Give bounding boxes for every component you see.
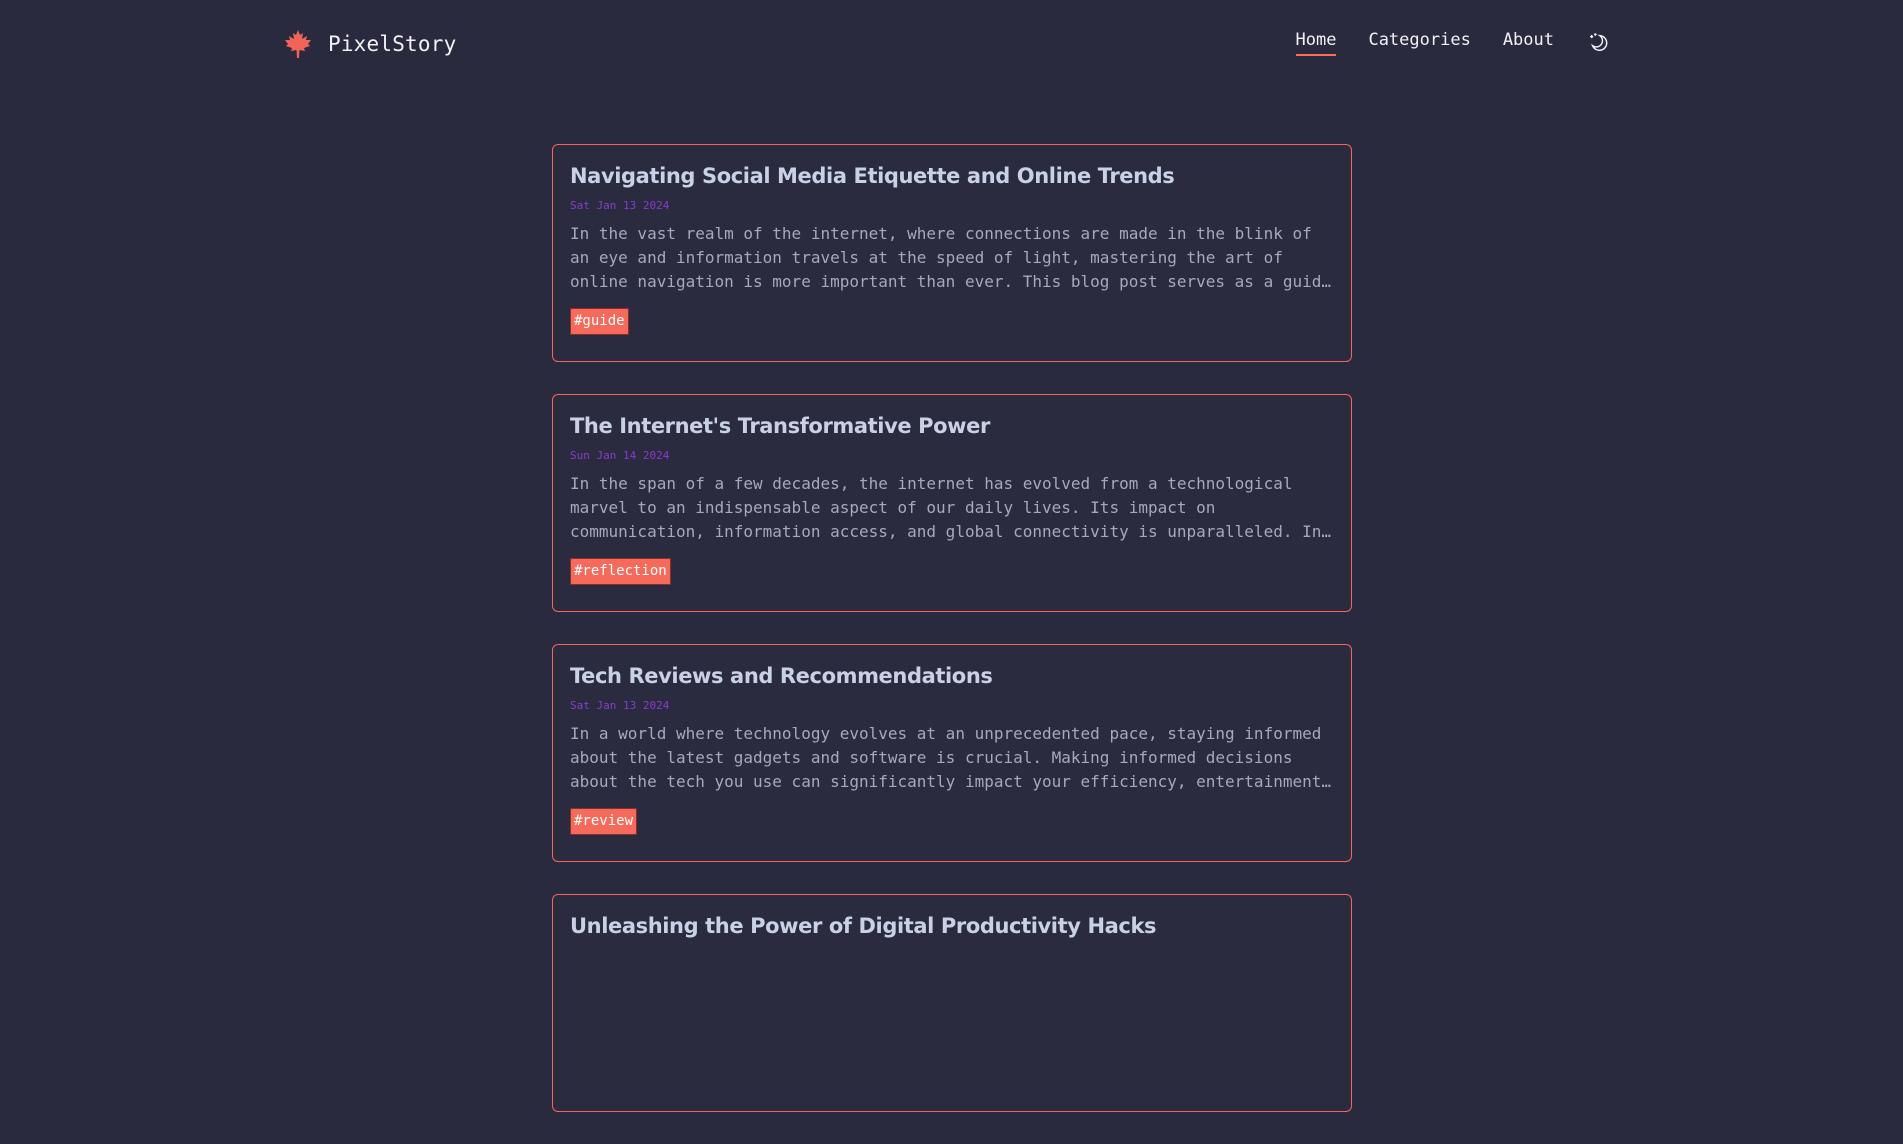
post-tag[interactable]: #reflection xyxy=(570,558,671,585)
post-tag[interactable]: #review xyxy=(570,808,638,835)
site-brand[interactable]: PixelStory xyxy=(282,26,456,62)
post-card[interactable]: Navigating Social Media Etiquette and On… xyxy=(552,144,1352,362)
theme-toggle-icon[interactable] xyxy=(1588,32,1610,54)
post-list: Navigating Social Media Etiquette and On… xyxy=(552,144,1352,1144)
post-title[interactable]: Unleashing the Power of Digital Producti… xyxy=(570,911,1334,941)
site-header: PixelStory Home Categories About xyxy=(0,0,1903,90)
post-date: Sat Jan 13 2024 xyxy=(570,199,670,212)
main-nav: Home Categories About xyxy=(1295,30,1611,56)
post-card[interactable]: Tech Reviews and Recommendations Sat Jan… xyxy=(552,644,1352,862)
nav-item-about[interactable]: About xyxy=(1503,30,1554,56)
post-excerpt: In the vast realm of the internet, where… xyxy=(570,224,1331,291)
post-date: Sun Jan 14 2024 xyxy=(570,449,670,462)
post-card[interactable]: Unleashing the Power of Digital Producti… xyxy=(552,894,1352,1112)
post-title[interactable]: Tech Reviews and Recommendations xyxy=(570,661,1334,691)
post-excerpt: In the span of a few decades, the intern… xyxy=(570,474,1322,541)
post-date: Sat Jan 13 2024 xyxy=(570,699,670,712)
post-title[interactable]: The Internet's Transformative Power xyxy=(570,411,1334,441)
post-card[interactable]: The Internet's Transformative Power Sun … xyxy=(552,394,1352,612)
site-name: PixelStory xyxy=(328,32,457,56)
nav-item-categories[interactable]: Categories xyxy=(1368,30,1470,56)
maple-leaf-icon xyxy=(285,30,311,58)
post-excerpt: In a world where technology evolves at a… xyxy=(570,724,1322,791)
post-tag[interactable]: #guide xyxy=(570,308,629,335)
post-title[interactable]: Navigating Social Media Etiquette and On… xyxy=(570,161,1334,191)
nav-item-home[interactable]: Home xyxy=(1295,30,1337,56)
